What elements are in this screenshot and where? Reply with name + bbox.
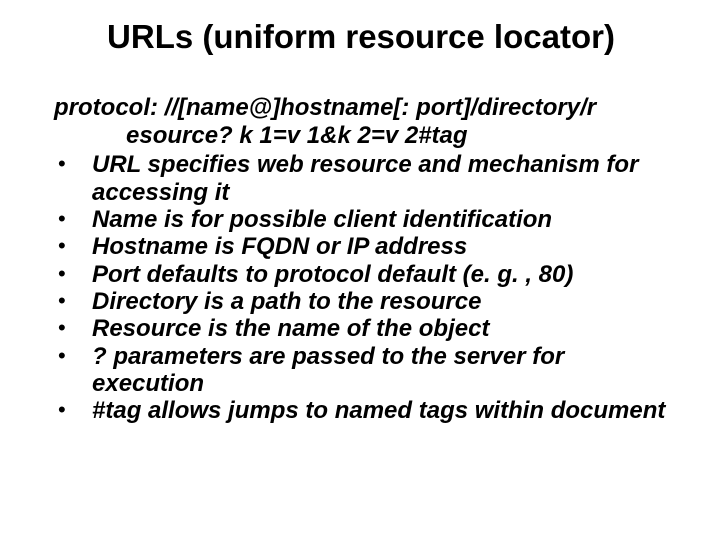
bullet-list: URL specifies web resource and mechanism… xyxy=(52,151,670,425)
url-syntax-line1: protocol: //[name@]hostname[: port]/dire… xyxy=(54,94,670,122)
slide-title: URLs (uniform resource locator) xyxy=(52,18,670,56)
list-item: Resource is the name of the object xyxy=(54,315,670,342)
list-item: Port defaults to protocol default (e. g.… xyxy=(54,261,670,288)
list-item: Hostname is FQDN or IP address xyxy=(54,233,670,260)
list-item: ? parameters are passed to the server fo… xyxy=(54,343,670,398)
url-syntax: protocol: //[name@]hostname[: port]/dire… xyxy=(52,94,670,149)
slide: URLs (uniform resource locator) protocol… xyxy=(0,0,720,540)
ampersand: & xyxy=(320,122,337,149)
url-syntax-line2b: k 2=v 2#tag xyxy=(337,122,467,149)
url-syntax-line2: esource? k 1=v 1&k 2=v 2#tag xyxy=(54,122,670,150)
list-item: URL specifies web resource and mechanism… xyxy=(54,151,670,206)
url-syntax-line2a: esource? k 1=v 1 xyxy=(126,122,320,149)
list-item: Directory is a path to the resource xyxy=(54,288,670,315)
list-item: #tag allows jumps to named tags within d… xyxy=(54,397,670,424)
list-item: Name is for possible client identificati… xyxy=(54,206,670,233)
